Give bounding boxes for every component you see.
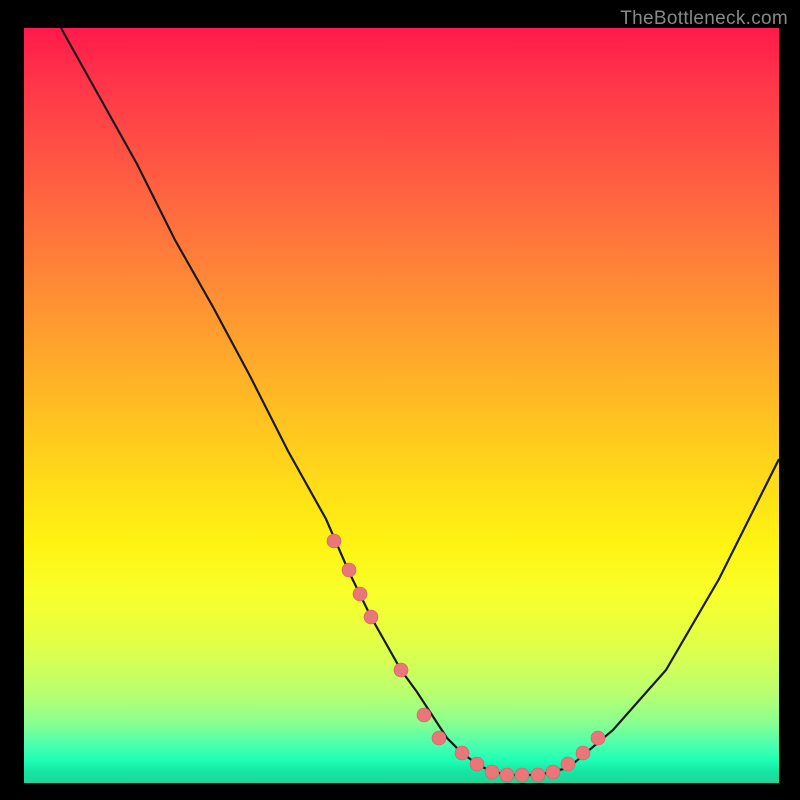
marker-dot: [470, 757, 484, 771]
marker-dot: [455, 746, 469, 760]
marker-dot: [531, 768, 545, 782]
marker-dot: [500, 768, 514, 782]
marker-dot: [561, 757, 575, 771]
marker-dot: [327, 534, 341, 548]
marker-dot: [591, 731, 605, 745]
plot-area: [24, 28, 779, 783]
marker-dot: [515, 768, 529, 782]
bottleneck-chart: TheBottleneck.com: [0, 0, 800, 800]
bottleneck-curve: [61, 28, 779, 775]
marker-dot: [576, 746, 590, 760]
chart-svg: [24, 28, 779, 783]
marker-dot: [364, 610, 378, 624]
marker-dot: [432, 731, 446, 745]
watermark-text: TheBottleneck.com: [620, 8, 788, 30]
marker-dot: [417, 708, 431, 722]
marker-dot: [546, 765, 560, 779]
marker-dot: [394, 663, 408, 677]
marker-dot: [485, 765, 499, 779]
marker-dot: [342, 563, 356, 577]
marker-group: [327, 534, 605, 782]
marker-dot: [353, 587, 367, 601]
